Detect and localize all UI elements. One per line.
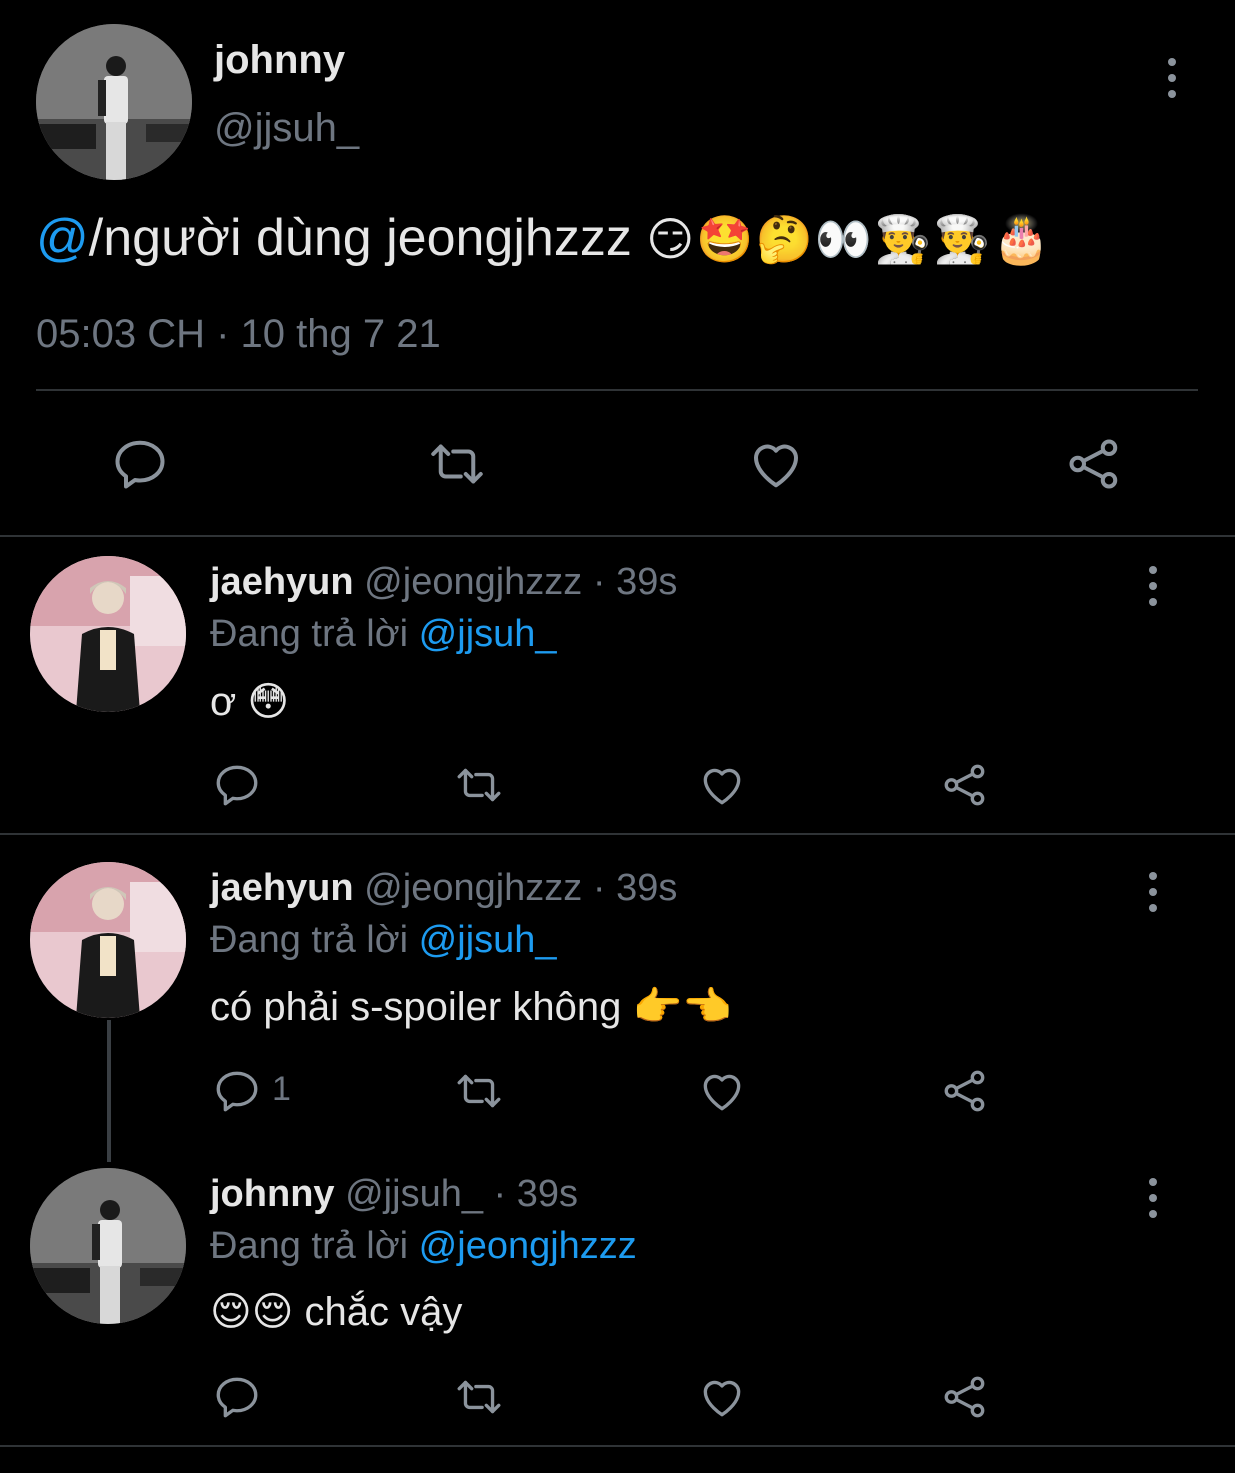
avatar[interactable] <box>30 1168 186 1324</box>
retweet-icon[interactable] <box>452 1066 506 1116</box>
handle-time[interactable]: @jjsuh_ · 39s <box>345 1173 578 1215</box>
handle-time[interactable]: @jeongjhzzz · 39s <box>364 867 677 909</box>
display-name[interactable]: jaehyun <box>210 867 354 909</box>
mention-link[interactable]: @jjsuh_ <box>419 919 557 961</box>
reply-text: ơ 😳 <box>210 680 290 724</box>
share-icon[interactable] <box>1064 434 1124 494</box>
more-vertical-icon[interactable] <box>1141 566 1165 606</box>
reply-text: 😌😌 chắc vậy <box>210 1290 463 1334</box>
heart-icon[interactable] <box>697 1066 747 1116</box>
handle-time[interactable]: @jeongjhzzz · 39s <box>364 561 677 603</box>
retweet-icon[interactable] <box>452 760 506 810</box>
share-icon[interactable] <box>940 1066 990 1116</box>
divider <box>0 535 1235 537</box>
reply-header: johnny @jjsuh_ · 39s <box>210 1173 578 1216</box>
speech-bubble-icon[interactable] <box>212 1066 262 1116</box>
display-name[interactable]: johnny <box>214 38 345 83</box>
replying-prefix: Đang trả lời <box>210 613 409 655</box>
more-vertical-icon[interactable] <box>1160 58 1184 98</box>
more-vertical-icon[interactable] <box>1141 1178 1165 1218</box>
heart-icon[interactable] <box>697 760 747 810</box>
speech-bubble-icon[interactable] <box>212 760 262 810</box>
reply-header: jaehyun @jeongjhzzz · 39s <box>210 867 677 910</box>
avatar[interactable] <box>36 24 192 180</box>
mention-link[interactable]: @jjsuh_ <box>419 613 557 655</box>
replying-prefix: Đang trả lời <box>210 1225 409 1267</box>
thread-line <box>107 1020 111 1162</box>
reply-count: 1 <box>272 1070 291 1108</box>
display-name[interactable]: jaehyun <box>210 561 354 603</box>
replying-to: Đang trả lời @jjsuh_ <box>210 919 557 962</box>
replying-to: Đang trả lời @jjsuh_ <box>210 613 557 656</box>
replying-to: Đang trả lời @jeongjhzzz <box>210 1225 637 1268</box>
replying-prefix: Đang trả lời <box>210 919 409 961</box>
divider <box>0 1445 1235 1447</box>
tweet-timestamp: 05:03 CH · 10 thg 7 21 <box>36 312 441 356</box>
heart-icon[interactable] <box>746 434 806 494</box>
tweet-text: @/người dùng jeongjhzzz 😏🤩🤔👀👨‍🍳👨‍🍳🎂 <box>36 208 1052 268</box>
retweet-icon[interactable] <box>425 434 489 494</box>
mention-link[interactable]: @jeongjhzzz <box>419 1225 637 1267</box>
heart-icon[interactable] <box>697 1372 747 1422</box>
tweet-emojis: 😏🤩🤔👀👨‍🍳👨‍🍳🎂 <box>646 213 1052 265</box>
tweet-text-body: /người dùng jeongjhzzz <box>88 209 632 267</box>
reply-text: có phải s-spoiler không 👉👈 <box>210 985 733 1029</box>
divider <box>36 389 1198 391</box>
display-name[interactable]: johnny <box>210 1173 335 1215</box>
reply-header: jaehyun @jeongjhzzz · 39s <box>210 561 677 604</box>
retweet-icon[interactable] <box>452 1372 506 1422</box>
share-icon[interactable] <box>940 760 990 810</box>
divider <box>0 833 1235 835</box>
avatar[interactable] <box>30 556 186 712</box>
share-icon[interactable] <box>940 1372 990 1422</box>
handle[interactable]: @jjsuh_ <box>214 106 359 151</box>
speech-bubble-icon[interactable] <box>212 1372 262 1422</box>
mention-link[interactable]: @ <box>36 209 89 267</box>
speech-bubble-icon[interactable] <box>110 434 170 494</box>
more-vertical-icon[interactable] <box>1141 872 1165 912</box>
avatar[interactable] <box>30 862 186 1018</box>
